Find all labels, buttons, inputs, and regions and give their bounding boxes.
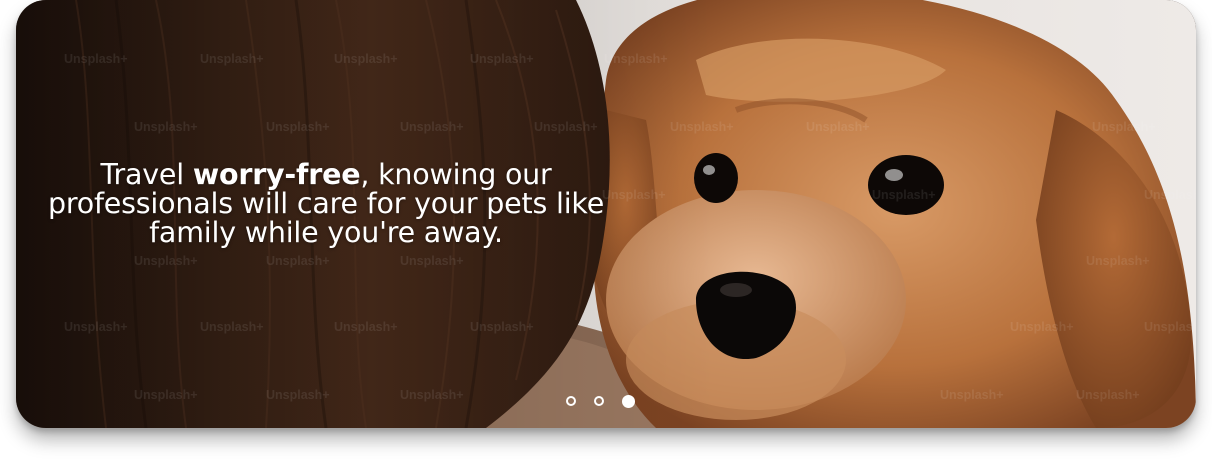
hero-tagline: Travel worry-free, knowing our professio… (46, 160, 606, 247)
carousel-dot-3-active[interactable] (622, 394, 635, 408)
carousel-pagination (566, 393, 635, 409)
carousel-dot-2[interactable] (594, 396, 604, 406)
carousel-dot-1[interactable] (566, 396, 576, 406)
hero-carousel: Unsplash+ Unsplash+ Unsplash+ Unsplash+ … (16, 0, 1196, 428)
